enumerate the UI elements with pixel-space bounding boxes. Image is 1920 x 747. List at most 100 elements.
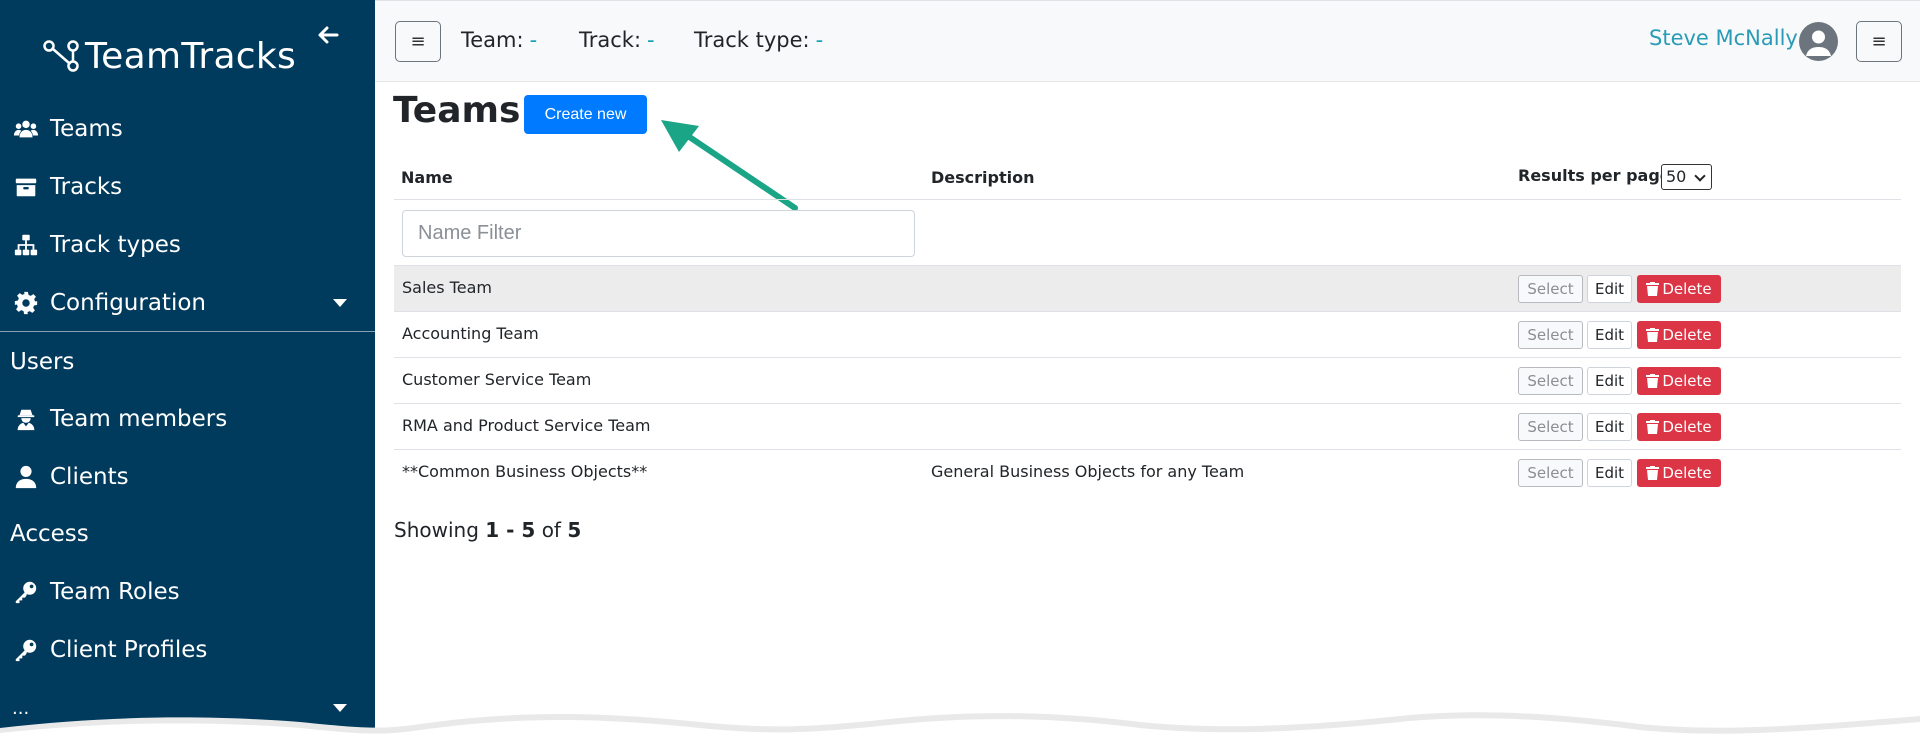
track-type-selector[interactable]: Track type: - [694, 28, 823, 52]
key-icon [12, 578, 40, 606]
delete-label: Delete [1662, 418, 1712, 436]
track-label: Track: [579, 28, 642, 52]
results-per-page-select[interactable]: 50 [1661, 164, 1712, 190]
user-menu-button[interactable]: ≡ [1856, 21, 1902, 62]
showing-of: of [541, 518, 561, 542]
logo-icon [43, 39, 79, 72]
sidebar-item-label: Team Roles [50, 579, 180, 605]
edit-button[interactable]: Edit [1587, 459, 1632, 487]
sidebar-item-clients[interactable]: Clients [0, 455, 375, 499]
trash-icon [1646, 466, 1660, 480]
user-secret-icon [12, 405, 40, 433]
delete-label: Delete [1662, 280, 1712, 298]
trash-icon [1646, 328, 1660, 342]
app-root: TeamTracks Teams Tracks Track types Conf [0, 0, 1920, 747]
sidebar-item-track-types[interactable]: Track types [0, 223, 375, 267]
select-button[interactable]: Select [1518, 275, 1583, 303]
sidebar-divider [0, 331, 375, 332]
sidebar-item-configuration[interactable]: Configuration [0, 281, 375, 325]
showing-range: 1 - 5 [485, 518, 536, 542]
showing-prefix: Showing [394, 518, 479, 542]
sidebar-section-access: Access [10, 521, 89, 547]
users-icon [12, 115, 40, 143]
sidebar-item-label: Tracks [50, 174, 123, 200]
column-header-description[interactable]: Description [931, 168, 1034, 187]
table-row[interactable]: RMA and Product Service Team Select Edit… [394, 403, 1901, 449]
torn-edge-decoration [0, 712, 1920, 747]
delete-label: Delete [1662, 326, 1712, 344]
team-description: General Business Objects for any Team [931, 462, 1245, 481]
trash-icon [1646, 374, 1660, 388]
pagination-summary: Showing 1 - 5 of 5 [394, 518, 581, 542]
arrow-left-icon[interactable] [313, 20, 343, 50]
sidebar-section-users: Users [10, 349, 75, 375]
table-row[interactable]: Sales Team Select Edit Delete [394, 265, 1901, 311]
team-name: Accounting Team [402, 324, 539, 343]
trash-icon [1646, 282, 1660, 296]
sidebar-item-teams[interactable]: Teams [0, 107, 375, 151]
team-name: Sales Team [402, 278, 492, 297]
select-button[interactable]: Select [1518, 459, 1583, 487]
showing-total: 5 [567, 518, 582, 542]
sidebar-item-tracks[interactable]: Tracks [0, 165, 375, 209]
delete-button[interactable]: Delete [1637, 321, 1721, 349]
user-avatar-icon [1806, 30, 1831, 56]
edit-button[interactable]: Edit [1587, 275, 1632, 303]
annotation-arrow-icon [661, 120, 798, 211]
track-value: - [647, 28, 655, 52]
app-logo[interactable]: TeamTracks [43, 36, 296, 77]
sidebar-item-label: Track types [50, 232, 181, 258]
sidebar-item-client-profiles[interactable]: Client Profiles [0, 628, 375, 672]
menu-toggle-button[interactable]: ≡ [395, 21, 441, 62]
edit-button[interactable]: Edit [1587, 367, 1632, 395]
team-value: - [529, 28, 538, 52]
team-selector[interactable]: Team: - [461, 28, 537, 52]
team-label: Team: [461, 28, 524, 52]
select-button[interactable]: Select [1518, 321, 1583, 349]
edit-button[interactable]: Edit [1587, 321, 1632, 349]
sitemap-icon [12, 231, 40, 259]
team-name: RMA and Product Service Team [402, 416, 651, 435]
key-icon [12, 636, 40, 664]
sidebar-item-team-members[interactable]: Team members [0, 397, 375, 441]
track-selector[interactable]: Track: - [579, 28, 655, 52]
trash-icon [1646, 420, 1660, 434]
team-name: Customer Service Team [402, 370, 592, 389]
create-new-button[interactable]: Create new [524, 95, 647, 134]
table-row[interactable]: Accounting Team Select Edit Delete [394, 311, 1901, 357]
name-filter-input[interactable] [402, 210, 915, 257]
app-name: TeamTracks [85, 36, 297, 77]
hamburger-icon: ≡ [410, 30, 426, 52]
chevron-down-icon [333, 299, 347, 307]
table-row[interactable]: Customer Service Team Select Edit Delete [394, 357, 1901, 403]
header-divider [394, 199, 1901, 200]
sidebar-item-label: Clients [50, 464, 129, 490]
sidebar-item-label: Configuration [50, 290, 206, 316]
select-button[interactable]: Select [1518, 413, 1583, 441]
results-per-page-label: Results per page [1518, 166, 1671, 185]
gear-icon [12, 289, 40, 317]
track-type-value: - [815, 28, 824, 52]
delete-label: Delete [1662, 372, 1712, 390]
sidebar-item-team-roles[interactable]: Team Roles [0, 570, 375, 614]
delete-button[interactable]: Delete [1637, 275, 1721, 303]
track-type-label: Track type: [694, 28, 810, 52]
sidebar-item-label: Teams [50, 116, 123, 142]
sidebar: TeamTracks Teams Tracks Track types Conf [0, 0, 375, 747]
table-row[interactable]: **Common Business Objects** General Busi… [394, 449, 1901, 495]
select-button[interactable]: Select [1518, 367, 1583, 395]
archive-icon [12, 173, 40, 201]
hamburger-icon: ≡ [1871, 30, 1887, 52]
delete-button[interactable]: Delete [1637, 459, 1721, 487]
delete-button[interactable]: Delete [1637, 413, 1721, 441]
team-name: **Common Business Objects** [402, 462, 648, 481]
sidebar-item-label: Team members [50, 406, 228, 432]
delete-button[interactable]: Delete [1637, 367, 1721, 395]
sidebar-item-label: Client Profiles [50, 637, 208, 663]
avatar[interactable] [1799, 22, 1838, 61]
user-icon [12, 463, 40, 491]
edit-button[interactable]: Edit [1587, 413, 1632, 441]
column-header-name[interactable]: Name [401, 168, 453, 187]
page-title: Teams [393, 90, 521, 131]
user-name-link[interactable]: Steve McNally [1649, 26, 1798, 50]
